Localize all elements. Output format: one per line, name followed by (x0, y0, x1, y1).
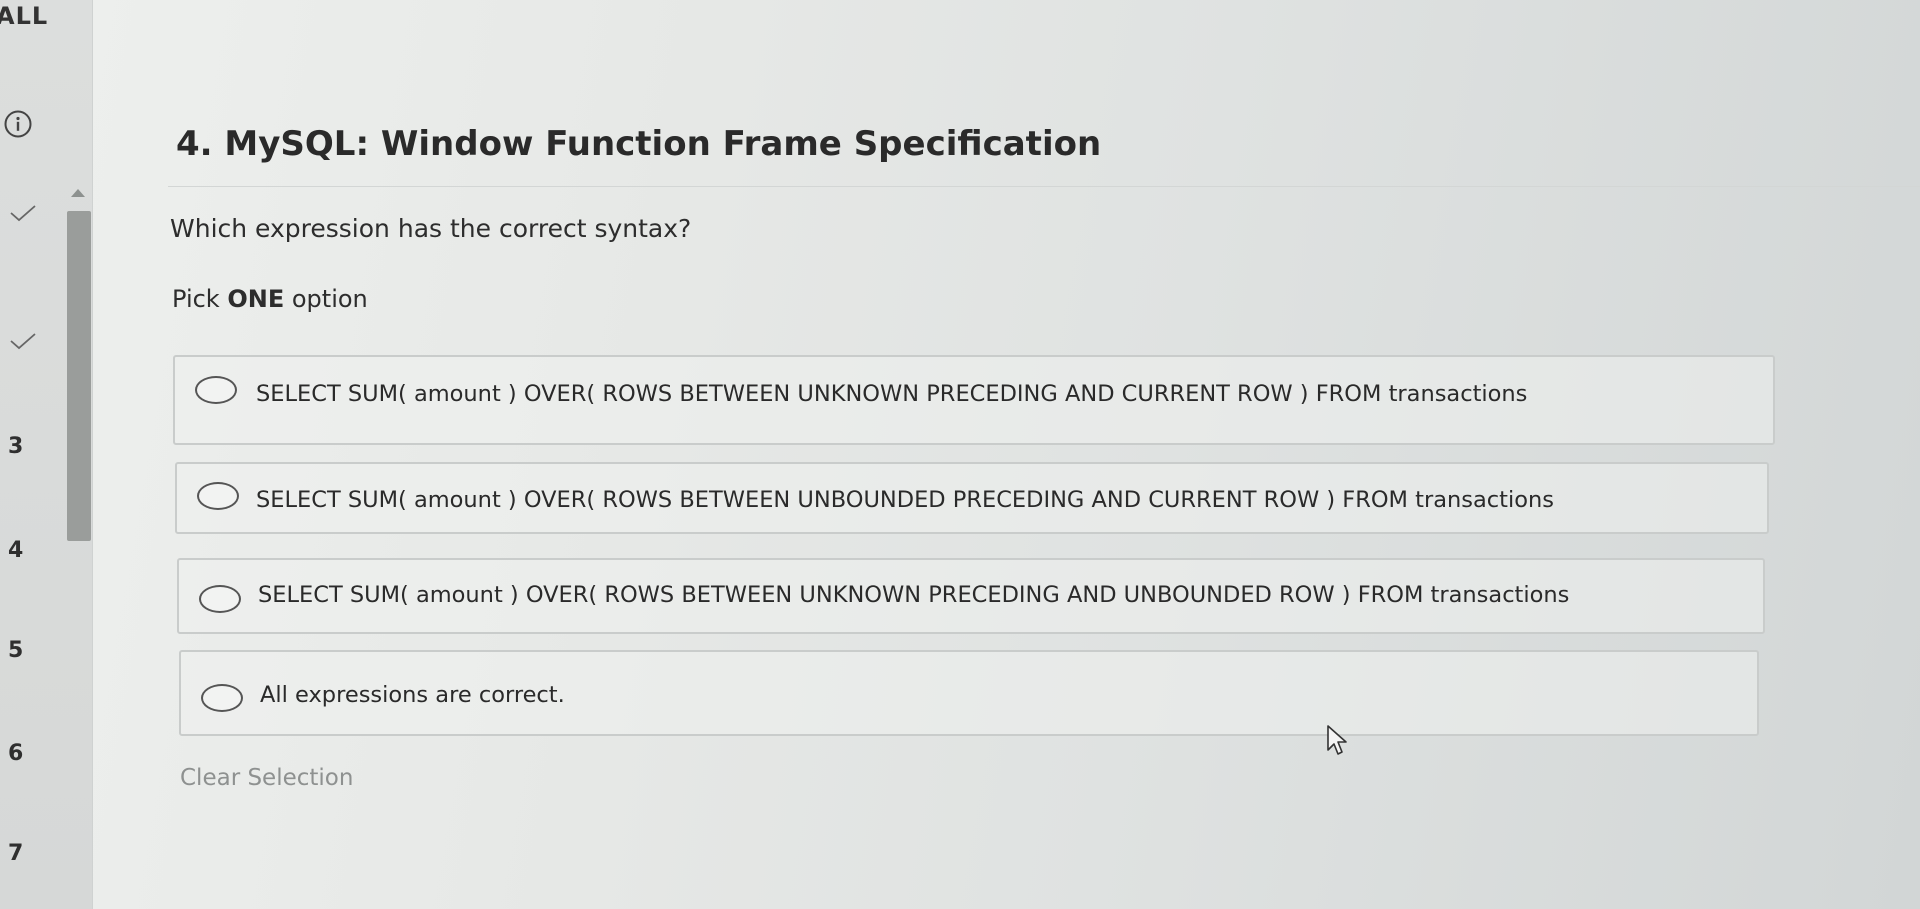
scroll-up-arrow-icon[interactable] (71, 189, 85, 197)
answer-option-label: SELECT SUM( amount ) OVER( ROWS BETWEEN … (258, 582, 1570, 608)
question-prompt: Which expression has the correct syntax? (170, 214, 692, 243)
question-title: 4. MySQL: Window Function Frame Specific… (176, 124, 1102, 164)
scrollbar[interactable] (67, 207, 91, 907)
question-navigator: ALL 3 4 5 6 7 (0, 0, 93, 909)
radio-button[interactable] (199, 585, 241, 613)
nav-item-3[interactable]: 3 (8, 434, 23, 459)
scrollbar-thumb[interactable] (67, 211, 91, 541)
instruction-prefix: Pick (172, 285, 228, 313)
answer-option-2[interactable]: SELECT SUM( amount ) OVER( ROWS BETWEEN … (175, 462, 1769, 534)
radio-button[interactable] (195, 376, 237, 404)
answer-option-label: SELECT SUM( amount ) OVER( ROWS BETWEEN … (256, 487, 1554, 513)
instruction-suffix: option (284, 285, 368, 313)
answer-option-label: All expressions are correct. (260, 682, 565, 708)
clear-selection-link[interactable]: Clear Selection (180, 765, 353, 791)
selection-instruction: Pick ONE option (172, 285, 368, 313)
instruction-emphasis: ONE (227, 285, 285, 313)
radio-button[interactable] (197, 482, 239, 510)
checkmark-icon (10, 333, 36, 350)
filter-all-tab[interactable]: ALL (0, 2, 48, 30)
title-divider (168, 186, 1920, 187)
checkmark-icon (10, 205, 36, 222)
radio-button[interactable] (201, 684, 243, 712)
nav-item-5[interactable]: 5 (8, 638, 23, 663)
mouse-pointer-icon (1327, 725, 1347, 755)
answer-option-3[interactable]: SELECT SUM( amount ) OVER( ROWS BETWEEN … (177, 558, 1765, 634)
nav-item-7[interactable]: 7 (8, 841, 23, 866)
answer-option-4[interactable]: All expressions are correct. (179, 650, 1759, 736)
nav-item-6[interactable]: 6 (8, 741, 23, 766)
answer-option-1[interactable]: SELECT SUM( amount ) OVER( ROWS BETWEEN … (173, 355, 1775, 445)
nav-item-4[interactable]: 4 (8, 538, 23, 563)
info-icon[interactable] (3, 109, 33, 139)
answer-option-label: SELECT SUM( amount ) OVER( ROWS BETWEEN … (256, 381, 1528, 407)
